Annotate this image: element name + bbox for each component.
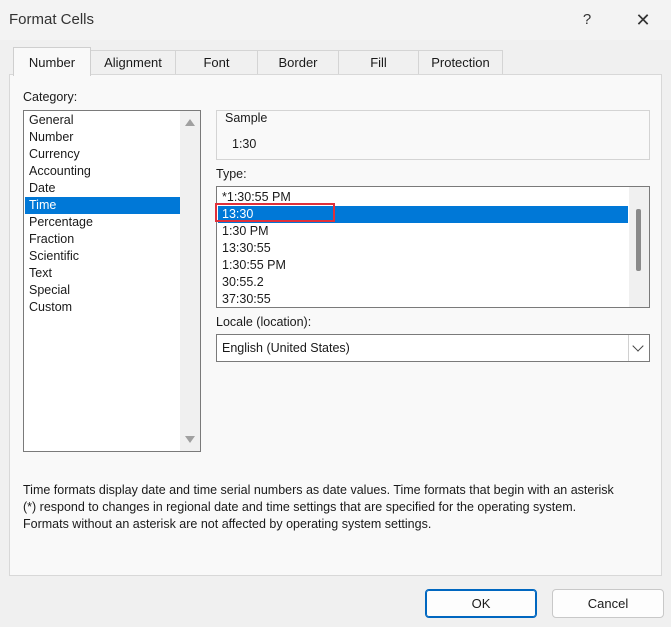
scroll-up-arrow-icon[interactable] xyxy=(185,119,195,126)
sample-label: Sample xyxy=(224,111,269,125)
locale-dropdown[interactable]: English (United States) xyxy=(216,334,650,362)
description-line: Formats without an asterisk are not affe… xyxy=(23,517,432,531)
tab-alignment[interactable]: Alignment xyxy=(90,50,176,75)
category-item-percentage[interactable]: Percentage xyxy=(25,214,180,231)
tab-number[interactable]: Number xyxy=(13,47,91,76)
locale-dropdown-button[interactable] xyxy=(628,335,649,361)
tab-protection[interactable]: Protection xyxy=(418,50,503,75)
category-item-number[interactable]: Number xyxy=(25,129,180,146)
category-scrollbar[interactable] xyxy=(180,111,200,451)
category-item-text[interactable]: Text xyxy=(25,265,180,282)
type-item[interactable]: 1:30 PM xyxy=(218,223,628,240)
close-button[interactable]: ✕ xyxy=(628,8,658,32)
title-bar xyxy=(0,0,671,40)
type-item[interactable]: 37:30:55 xyxy=(218,291,628,307)
description-text: Time formats display date and time seria… xyxy=(23,482,663,533)
category-item-scientific[interactable]: Scientific xyxy=(25,248,180,265)
dialog-title: Format Cells xyxy=(9,11,95,28)
scroll-down-arrow-icon[interactable] xyxy=(185,436,195,443)
tab-font[interactable]: Font xyxy=(175,50,258,75)
category-item-currency[interactable]: Currency xyxy=(25,146,180,163)
category-item-fraction[interactable]: Fraction xyxy=(25,231,180,248)
category-item-date[interactable]: Date xyxy=(25,180,180,197)
category-item-general[interactable]: General xyxy=(25,112,180,129)
category-label: Category: xyxy=(23,90,78,104)
category-item-accounting[interactable]: Accounting xyxy=(25,163,180,180)
sample-value: 1:30 xyxy=(232,137,257,151)
type-label: Type: xyxy=(216,167,247,181)
type-item[interactable]: 13:30:55 xyxy=(218,240,628,257)
locale-label: Locale (location): xyxy=(216,315,312,329)
highlight-box xyxy=(215,203,335,222)
category-item-special[interactable]: Special xyxy=(25,282,180,299)
category-list[interactable]: General Number Currency Accounting Date … xyxy=(23,110,201,452)
cancel-button[interactable]: Cancel xyxy=(552,589,664,618)
ok-button[interactable]: OK xyxy=(425,589,537,618)
type-scrollbar[interactable] xyxy=(629,187,649,307)
type-scrollbar-thumb[interactable] xyxy=(636,209,641,271)
help-button[interactable]: ? xyxy=(574,8,600,32)
type-item[interactable]: 1:30:55 PM xyxy=(218,257,628,274)
category-item-custom[interactable]: Custom xyxy=(25,299,180,316)
description-line: Time formats display date and time seria… xyxy=(23,483,614,497)
chevron-down-icon xyxy=(632,340,644,352)
description-line: (*) respond to changes in regional date … xyxy=(23,500,577,514)
type-item[interactable]: 30:55.2 xyxy=(218,274,628,291)
category-item-time[interactable]: Time xyxy=(25,197,180,214)
tab-border[interactable]: Border xyxy=(257,50,339,75)
tab-fill[interactable]: Fill xyxy=(338,50,419,75)
sample-group xyxy=(216,110,650,160)
locale-value: English (United States) xyxy=(222,341,350,355)
